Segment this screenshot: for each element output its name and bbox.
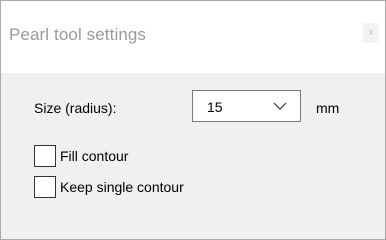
keep-single-contour-label[interactable]: Keep single contour [60, 179, 184, 195]
close-button[interactable]: x [363, 23, 379, 43]
fill-contour-label[interactable]: Fill contour [60, 148, 128, 164]
keep-single-contour-checkbox[interactable] [34, 176, 56, 198]
dialog-title: Pearl tool settings [9, 25, 147, 44]
fill-contour-checkbox[interactable] [34, 145, 56, 167]
title-bar[interactable]: Pearl tool settings x [1, 1, 385, 73]
size-unit-label: mm [316, 100, 340, 116]
close-icon: x [368, 27, 374, 38]
size-radius-select[interactable]: 15 [192, 90, 301, 122]
dialog-content: Size (radius): 15 mm Fill contour Keep s… [1, 73, 385, 239]
pearl-tool-settings-dialog: Pearl tool settings x Size (radius): 15 … [0, 0, 386, 240]
fill-contour-option[interactable]: Fill contour [34, 145, 128, 167]
chevron-down-icon [273, 102, 287, 110]
keep-single-contour-option[interactable]: Keep single contour [34, 176, 184, 198]
size-radius-value: 15 [207, 99, 223, 115]
size-label: Size (radius): [34, 100, 117, 116]
